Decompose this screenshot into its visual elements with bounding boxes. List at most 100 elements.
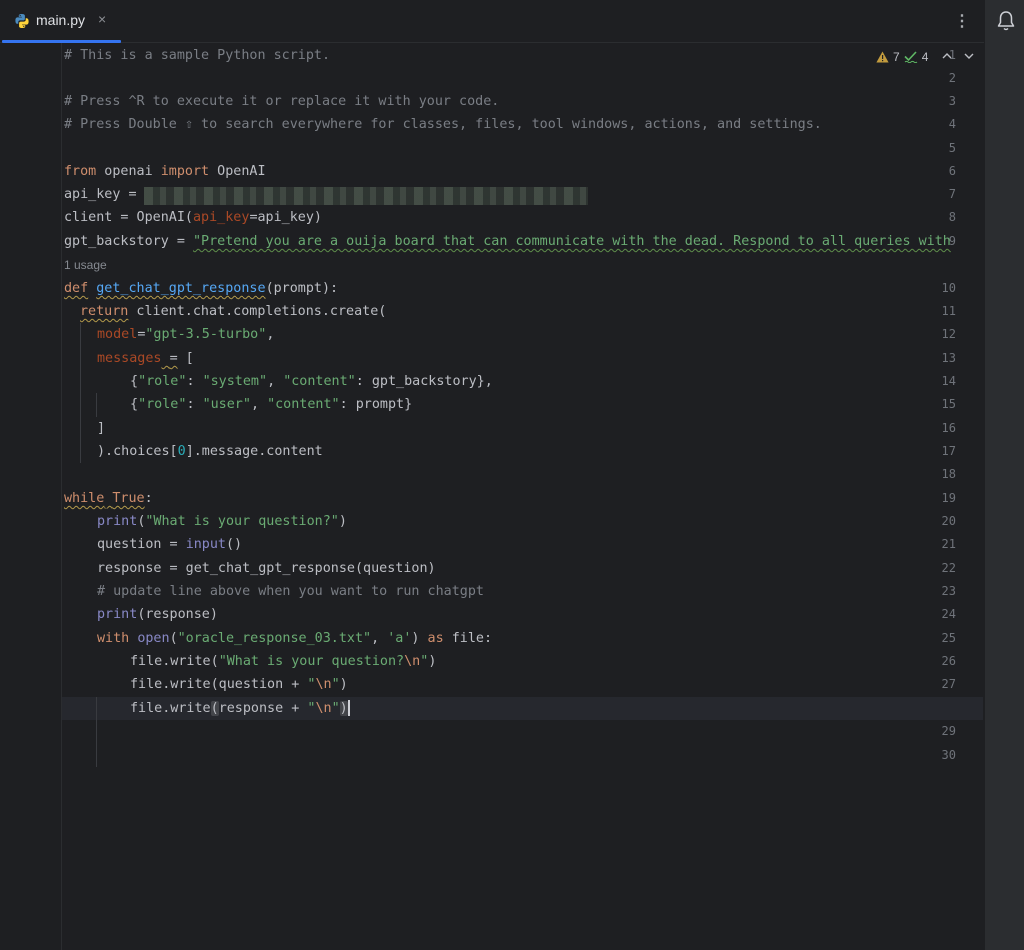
- module-name: openai: [96, 164, 161, 179]
- warning-count: 7: [893, 50, 900, 64]
- close-icon[interactable]: ×: [98, 11, 106, 27]
- line-number: 27: [941, 677, 956, 691]
- line-number: 21: [941, 537, 956, 551]
- code-line-4[interactable]: # Press Double ⇧ to search everywhere fo…: [64, 113, 822, 136]
- redacted-api-key: [144, 187, 588, 205]
- named-argument: api_key: [193, 210, 250, 225]
- code-text: ,: [371, 631, 388, 646]
- string-literal: "What is your question?: [218, 654, 405, 669]
- code-text: ): [338, 514, 347, 529]
- line-number: 1: [948, 48, 956, 62]
- tab-bar: main.py × ⋮: [0, 0, 984, 43]
- line-number: 23: [941, 584, 956, 598]
- keyword: from: [64, 164, 97, 179]
- bell-icon[interactable]: [996, 10, 1016, 32]
- line-number: 11: [941, 304, 956, 318]
- matched-bracket: (: [210, 701, 219, 716]
- code-text: {: [130, 397, 139, 412]
- code-line-11[interactable]: return client.chat.completions.create(: [80, 300, 386, 323]
- code-text: :: [144, 491, 153, 506]
- line-number: 12: [941, 327, 956, 341]
- code-text: file.write(question +: [130, 677, 308, 692]
- import-name: OpenAI: [209, 164, 266, 179]
- string-literal: 'a': [387, 631, 412, 646]
- line-number: 3: [948, 94, 956, 108]
- code-text: =: [169, 351, 178, 366]
- code-line-13[interactable]: messages = [: [97, 347, 194, 370]
- line-number: 29: [941, 724, 956, 738]
- escape-sequence: \n: [315, 701, 332, 716]
- code-line-22[interactable]: response = get_chat_gpt_response(questio…: [97, 557, 436, 580]
- line-number: 25: [941, 631, 956, 645]
- string-literal: "content": [283, 374, 356, 389]
- line-number: 20: [941, 514, 956, 528]
- keyword: import: [160, 164, 210, 179]
- more-options-icon[interactable]: ⋮: [954, 11, 970, 31]
- code-line-26[interactable]: file.write("What is your question?\n"): [130, 650, 436, 673]
- code-line-21[interactable]: question = input(): [97, 533, 242, 556]
- code-line-24[interactable]: print(response): [97, 603, 218, 626]
- code-text: response = get_chat_gpt_response(questio…: [97, 561, 436, 576]
- code-line-23[interactable]: # update line above when you want to run…: [97, 580, 484, 603]
- string-literal: "user": [202, 397, 251, 412]
- code-line-9[interactable]: gpt_backstory = "Pretend you are a ouija…: [64, 230, 951, 253]
- code-text: {: [130, 374, 139, 389]
- code-text: : prompt}: [339, 397, 413, 412]
- code-line-19[interactable]: while True:: [64, 487, 153, 510]
- comment: # Press ^R to execute it or replace it w…: [64, 94, 500, 109]
- code-line-8[interactable]: client = OpenAI(api_key=api_key): [64, 206, 322, 229]
- code-text: ,: [250, 397, 268, 412]
- line-number: 5: [948, 141, 956, 155]
- comment: # This is a sample Python script.: [64, 48, 331, 63]
- code-line-15[interactable]: {"role": "user", "content": prompt}: [130, 393, 412, 416]
- code-line-3[interactable]: # Press ^R to execute it or replace it w…: [64, 90, 499, 113]
- line-number: 24: [941, 607, 956, 621]
- builtin-function: print: [97, 514, 138, 529]
- line-number-gutter[interactable]: [0, 43, 62, 950]
- builtin-function: open: [137, 631, 170, 646]
- builtin-function: print: [97, 607, 138, 622]
- code-text: ): [428, 654, 437, 669]
- code-text: ): [339, 677, 348, 692]
- string-literal: "Pretend you are a ouija board that can …: [193, 234, 951, 249]
- code-text: file.write(: [130, 654, 219, 669]
- tab-main-py[interactable]: main.py ×: [0, 0, 121, 43]
- tab-title: main.py: [36, 12, 86, 28]
- code-line-25[interactable]: with open("oracle_response_03.txt", 'a')…: [97, 627, 492, 650]
- code-line-20[interactable]: print("What is your question?"): [97, 510, 347, 533]
- keyword: as: [427, 631, 444, 646]
- line-number: 14: [941, 374, 956, 388]
- right-tool-strip: [984, 0, 1024, 950]
- code-text: response +: [218, 701, 308, 716]
- whitespace-warning: [162, 351, 170, 366]
- line-number: 6: [948, 164, 956, 178]
- line-number: 8: [948, 210, 956, 224]
- code-line-1[interactable]: # This is a sample Python script.: [64, 44, 330, 67]
- string-literal: "oracle_response_03.txt": [177, 631, 372, 646]
- usage-hint[interactable]: 1 usage: [64, 254, 107, 277]
- code-line-28[interactable]: file.write(response + "\n"): [130, 697, 350, 720]
- code-text: client = OpenAI(: [64, 210, 193, 225]
- line-number: 18: [941, 467, 956, 481]
- code-line-17[interactable]: ).choices[0].message.content: [97, 440, 323, 463]
- code-text: file.write: [130, 701, 211, 716]
- string-literal: ": [331, 701, 340, 716]
- code-line-16[interactable]: ]: [97, 417, 105, 440]
- code-line-12[interactable]: model="gpt-3.5-turbo",: [97, 323, 274, 346]
- line-number: 30: [941, 748, 956, 762]
- next-highlight-icon[interactable]: [964, 48, 974, 66]
- code-line-27[interactable]: file.write(question + "\n"): [130, 673, 348, 696]
- code-line-10[interactable]: def get_chat_gpt_response(prompt):: [64, 277, 338, 300]
- code-line-7[interactable]: api_key =: [64, 183, 145, 206]
- string-literal: "role": [138, 374, 187, 389]
- code-text: :: [186, 397, 203, 412]
- code-text: (response): [137, 607, 218, 622]
- code-text: :: [186, 374, 203, 389]
- string-literal: ": [331, 677, 340, 692]
- code-line-6[interactable]: from openai import OpenAI: [64, 160, 266, 183]
- line-number: 22: [941, 561, 956, 575]
- indent-guide: [80, 323, 81, 463]
- code-line-14[interactable]: {"role": "system", "content": gpt_backst…: [130, 370, 493, 393]
- line-number: 2: [948, 71, 956, 85]
- string-literal: "role": [138, 397, 187, 412]
